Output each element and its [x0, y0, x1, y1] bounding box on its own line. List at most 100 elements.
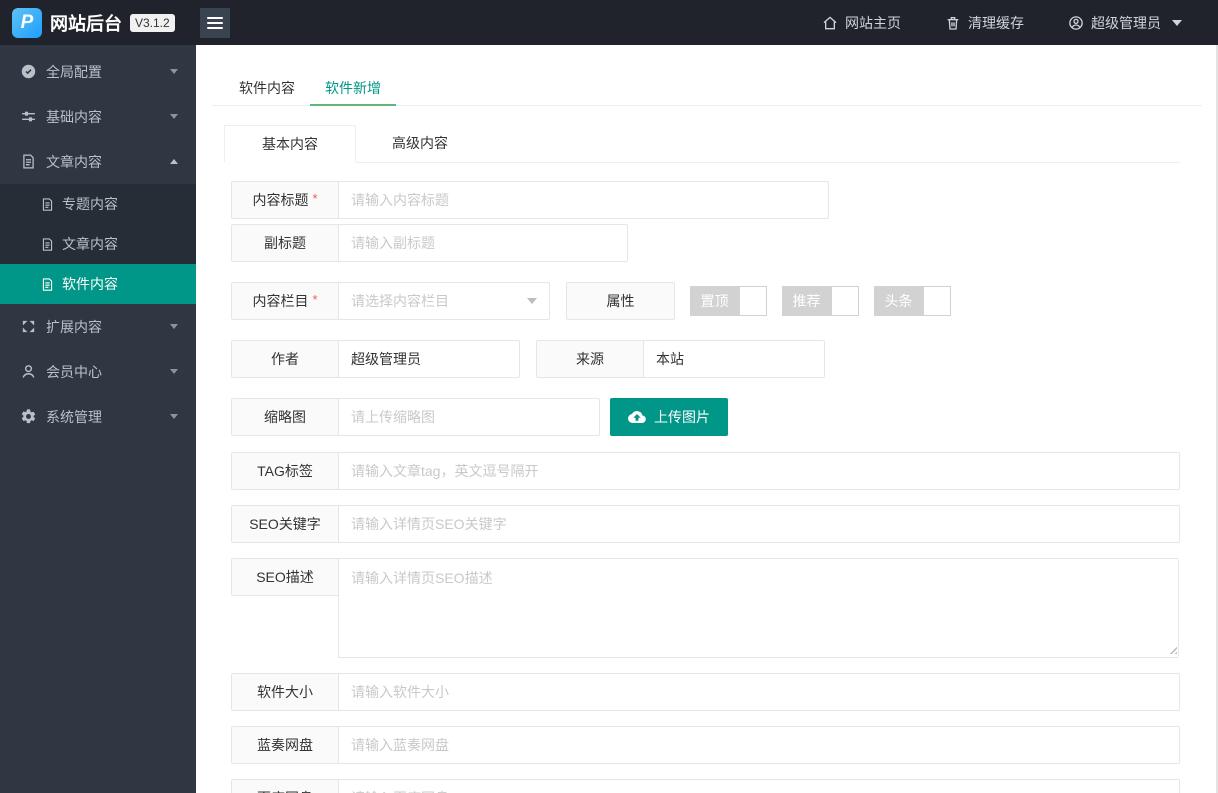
- form-row-tag: TAG标签: [231, 452, 1180, 490]
- upload-image-button[interactable]: 上传图片: [610, 398, 728, 436]
- sidebar-item-software-content[interactable]: 软件内容: [0, 264, 196, 304]
- hamburger-icon: [207, 16, 223, 19]
- sliders-icon: [20, 108, 37, 125]
- sidebar-item-extend-content[interactable]: 扩展内容: [0, 304, 196, 349]
- field-label: 来源: [536, 340, 644, 378]
- menu-toggle-button[interactable]: [200, 7, 230, 38]
- baidu-input[interactable]: [338, 779, 1180, 793]
- select-placeholder: 请选择内容栏目: [351, 293, 449, 309]
- tab-basic-content[interactable]: 基本内容: [224, 125, 356, 163]
- field-label: 蓝奏网盘: [231, 726, 339, 764]
- cloud-upload-icon: [628, 411, 646, 423]
- tag-input[interactable]: [338, 452, 1180, 490]
- version-badge: V3.1.2: [130, 13, 175, 32]
- checkbox-box: [923, 286, 951, 316]
- form-row-category: 内容栏目 * 请选择内容栏目 属性 置顶 推荐 头条: [231, 282, 1180, 320]
- thumbnail-input[interactable]: [338, 398, 600, 436]
- form-tabbar: 基本内容 高级内容: [224, 125, 1180, 163]
- sidebar-item-label: 文章内容: [46, 153, 102, 170]
- source-input[interactable]: [643, 340, 825, 378]
- document-icon: [40, 277, 55, 292]
- author-input[interactable]: [338, 340, 520, 378]
- sidebar-item-label: 专题内容: [62, 196, 118, 212]
- header-nav: 网站主页 清理缓存 超级管理员: [800, 0, 1218, 45]
- chevron-down-icon: [527, 298, 537, 304]
- sidebar-item-label: 软件内容: [62, 276, 118, 292]
- tab-software-content[interactable]: 软件内容: [224, 70, 310, 105]
- field-label: 百度网盘: [231, 779, 339, 793]
- nav-label: 清理缓存: [968, 14, 1024, 31]
- chevron-down-icon: [170, 324, 178, 329]
- document-icon: [40, 237, 55, 252]
- tab-software-add[interactable]: 软件新增: [310, 70, 396, 106]
- chevron-down-icon: [170, 369, 178, 374]
- sidebar-item-basic-content[interactable]: 基础内容: [0, 94, 196, 139]
- software-size-input[interactable]: [338, 673, 1180, 711]
- sidebar-item-label: 基础内容: [46, 108, 102, 125]
- field-label: SEO关键字: [231, 505, 339, 543]
- user-icon: [20, 363, 37, 380]
- sidebar-item-global-config[interactable]: 全局配置: [0, 49, 196, 94]
- field-label: 缩略图: [231, 398, 339, 436]
- seo-desc-textarea[interactable]: [338, 558, 1179, 658]
- field-label: TAG标签: [231, 452, 339, 490]
- toggle-pin-top[interactable]: 置顶: [690, 286, 767, 316]
- nav-site-home[interactable]: 网站主页: [800, 0, 923, 45]
- category-select[interactable]: 请选择内容栏目: [338, 282, 550, 320]
- logo-area: P 网站后台 V3.1.2: [0, 7, 196, 38]
- seo-keyword-input[interactable]: [338, 505, 1180, 543]
- chevron-down-icon: [1172, 19, 1182, 26]
- checkbox-box: [739, 286, 767, 316]
- required-asterisk: *: [312, 190, 318, 206]
- top-header: P 网站后台 V3.1.2 网站主页 清理缓存 超级管理员: [0, 0, 1218, 45]
- form-row-content-title: 内容标题 *: [231, 181, 1180, 219]
- checkbox-box: [831, 286, 859, 316]
- sidebar-item-label: 扩展内容: [46, 318, 102, 335]
- sidebar-item-label: 系统管理: [46, 408, 102, 425]
- sidebar-item-topic-content[interactable]: 专题内容: [0, 184, 196, 224]
- home-icon: [823, 15, 837, 29]
- chevron-up-icon: [170, 159, 178, 164]
- form-row-seo-keyword: SEO关键字: [231, 505, 1180, 543]
- sidebar-item-member-center[interactable]: 会员中心: [0, 349, 196, 394]
- sidebar: 全局配置 基础内容 文章内容 专题内容 文章内容 软件内容 扩展内容 会员中心 …: [0, 45, 196, 793]
- nav-clear-cache[interactable]: 清理缓存: [923, 0, 1046, 45]
- sidebar-item-article-list[interactable]: 文章内容: [0, 224, 196, 264]
- nav-label: 超级管理员: [1091, 14, 1161, 31]
- nav-admin-user[interactable]: 超级管理员: [1046, 0, 1204, 45]
- form-row-baidu: 百度网盘: [231, 779, 1180, 793]
- sidebar-item-label: 文章内容: [62, 236, 118, 252]
- main-content: 软件内容 软件新增 基本内容 高级内容 内容标题 * 副标题 内容栏目 *: [196, 45, 1218, 793]
- trash-icon: [947, 16, 959, 30]
- field-label: 软件大小: [231, 673, 339, 711]
- software-form: 内容标题 * 副标题 内容栏目 * 请选择内容栏目 属性 置顶: [196, 163, 1218, 793]
- field-label: 副标题: [231, 224, 339, 262]
- tab-advanced-content[interactable]: 高级内容: [356, 125, 484, 162]
- field-label: 内容栏目 *: [231, 282, 339, 320]
- form-row-subtitle: 副标题: [231, 224, 1180, 262]
- nav-label: 网站主页: [845, 14, 901, 31]
- chevron-down-icon: [170, 69, 178, 74]
- sidebar-item-article-content[interactable]: 文章内容: [0, 139, 196, 184]
- sidebar-item-system-manage[interactable]: 系统管理: [0, 394, 196, 439]
- form-row-thumbnail: 缩略图 上传图片: [231, 398, 1180, 436]
- sidebar-item-label: 全局配置: [46, 63, 102, 80]
- field-label: SEO描述: [231, 558, 339, 596]
- form-row-lanzou: 蓝奏网盘: [231, 726, 1180, 764]
- gear-icon: [20, 408, 37, 425]
- document-icon: [20, 153, 37, 170]
- chevron-down-icon: [170, 414, 178, 419]
- content-title-input[interactable]: [338, 181, 829, 219]
- field-label: 内容标题 *: [231, 181, 339, 219]
- toggle-recommend[interactable]: 推荐: [782, 286, 859, 316]
- form-row-seo-desc: SEO描述: [231, 558, 1180, 658]
- expand-icon: [20, 318, 37, 335]
- field-label: 作者: [231, 340, 339, 378]
- toggle-headline[interactable]: 头条: [874, 286, 951, 316]
- app-logo-icon: P: [12, 7, 42, 38]
- subtitle-input[interactable]: [338, 224, 628, 262]
- lanzou-input[interactable]: [338, 726, 1180, 764]
- form-row-author-source: 作者 来源: [231, 340, 1180, 378]
- attrs-label: 属性: [566, 282, 675, 320]
- sidebar-item-label: 会员中心: [46, 363, 102, 380]
